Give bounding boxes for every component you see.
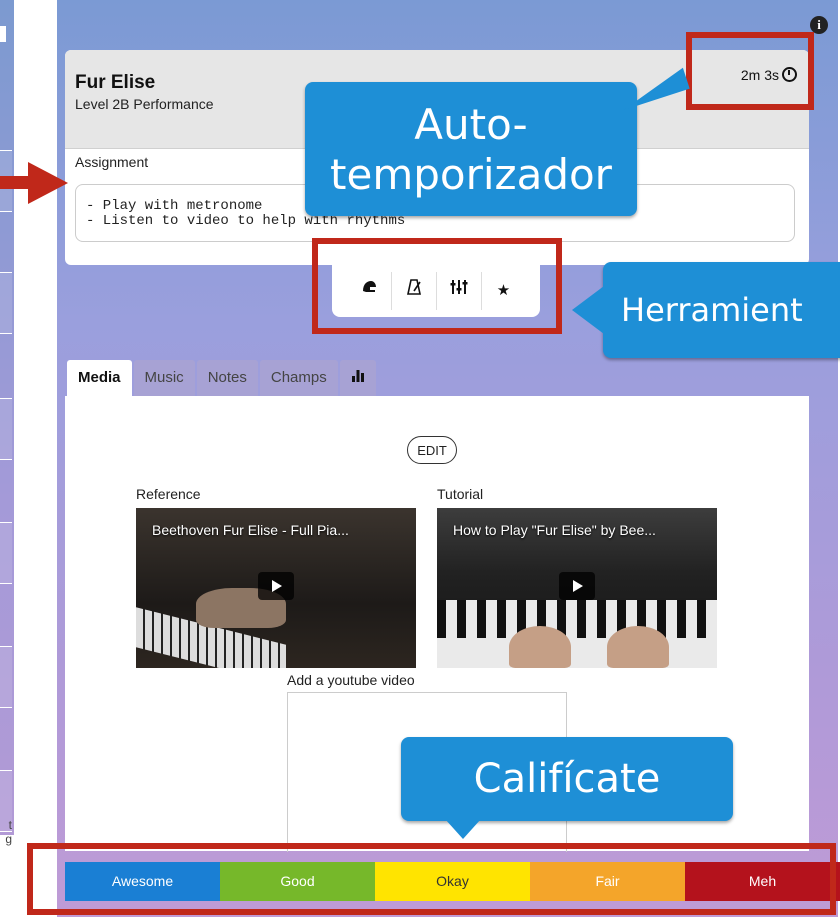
reference-label: Reference [136,486,201,502]
sidebar-item[interactable] [0,522,12,584]
play-icon[interactable] [258,572,294,600]
tab-stats[interactable] [339,360,376,396]
edit-button[interactable]: EDIT [407,436,457,464]
song-title: Fur Elise [75,72,156,93]
tools-callout-tail [572,286,604,334]
sidebar-item[interactable] [0,398,12,460]
reference-video[interactable]: Beethoven Fur Elise - Full Pia... [136,508,416,668]
youtube-label: Add a youtube video [287,672,415,688]
bar-chart-icon [351,369,365,386]
menu-icon[interactable] [0,26,6,42]
song-level: Level 2B Performance [75,96,214,112]
tab-champs[interactable]: Champs [259,360,338,396]
timer-callout: Auto- temporizador [305,82,637,216]
reference-video-title: Beethoven Fur Elise - Full Pia... [152,522,349,538]
rating-highlight [27,843,836,915]
rate-callout: Califícate [401,737,733,821]
sidebar-item[interactable] [0,646,12,708]
tutorial-label: Tutorial [437,486,484,502]
annotation-arrow [0,176,30,189]
timer-highlight [686,32,814,110]
annotation-arrow-head [28,162,68,204]
tab-music[interactable]: Music [133,360,195,396]
tutorial-video-title: How to Play "Fur Elise" by Bee... [453,522,656,538]
play-icon[interactable] [559,572,595,600]
left-sidebar [0,0,14,835]
tab-bar: Media Music Notes Champs [67,360,378,396]
assignment-label: Assignment [75,154,149,170]
sidebar-truncated-text: t g [5,818,12,846]
rate-callout-tail [445,819,481,839]
tools-highlight [312,238,562,334]
sidebar-item[interactable] [0,272,12,334]
tab-media[interactable]: Media [67,360,132,396]
tutorial-video[interactable]: How to Play "Fur Elise" by Bee... [437,508,717,668]
tools-callout: Herramient [603,262,840,358]
tab-notes[interactable]: Notes [196,360,258,396]
